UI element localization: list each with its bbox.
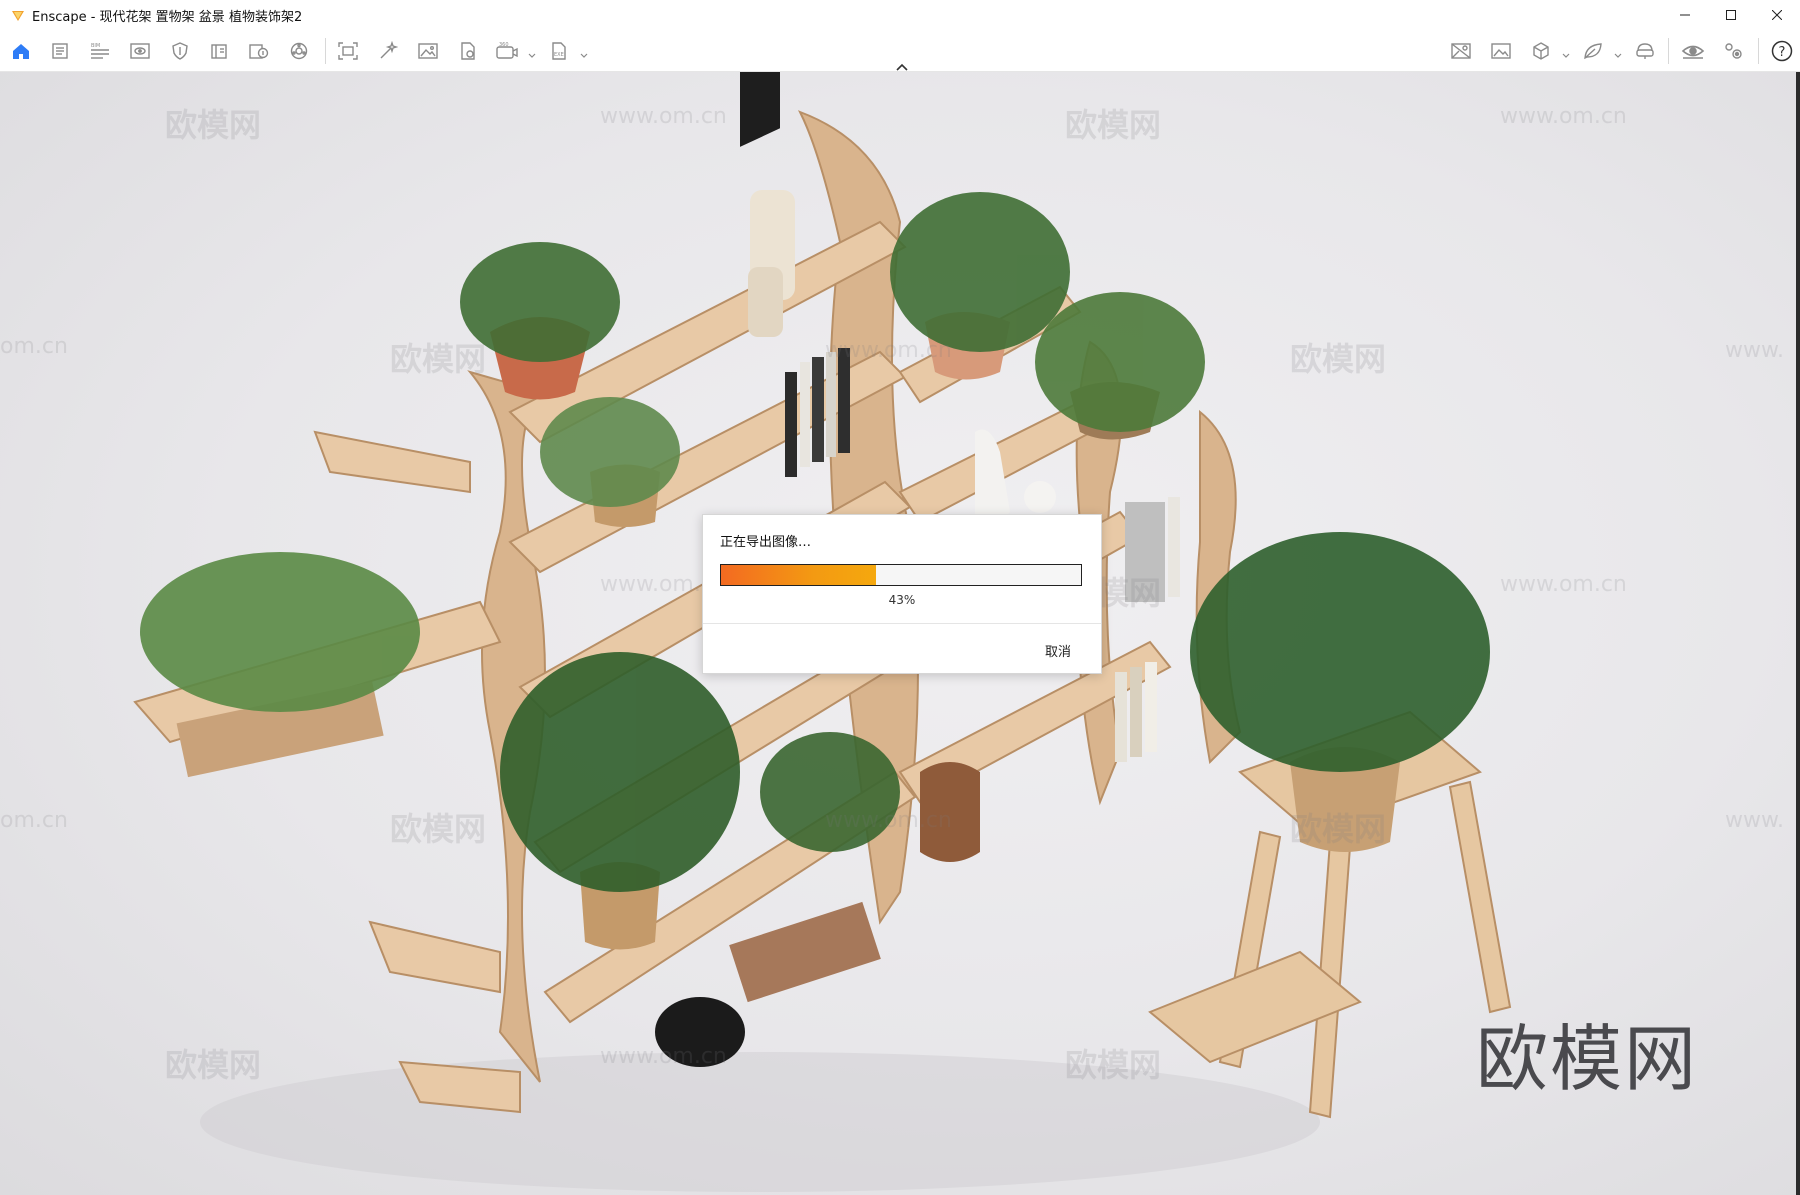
chevron-down-icon (580, 45, 588, 64)
watermark-logo-large: 欧模网 (1476, 1017, 1699, 1101)
export-progress-dialog: 正在导出图像… 43% 取消 (702, 514, 1102, 674)
exe-export-dropdown[interactable] (580, 45, 588, 58)
maximize-icon (1726, 10, 1736, 20)
eye-button[interactable] (1681, 39, 1705, 63)
watermark-logo: 欧模网 (1290, 810, 1387, 848)
video-360-icon: 360 (495, 41, 519, 61)
title-bar: Enscape - 现代花架 置物架 盆景 植物装饰架2 (0, 0, 1800, 30)
window-edge-bar (1796, 72, 1800, 1195)
svg-text:BIM: BIM (91, 43, 100, 49)
progress-percent-label: 43% (888, 593, 916, 607)
chevron-down-icon (528, 45, 536, 64)
collapse-toolbar-button[interactable] (894, 58, 910, 71)
watermark-site: www.om.cn (825, 338, 952, 363)
asset-button[interactable] (247, 39, 271, 63)
watermark-site: www. (1725, 338, 1784, 363)
watermark-logo: 欧模网 (1065, 1046, 1162, 1084)
watermark-site: www.om.cn (600, 1044, 727, 1069)
watermark-logo: 欧模网 (1290, 340, 1387, 378)
window-title: Enscape - 现代花架 置物架 盆景 植物装饰架2 (32, 9, 303, 25)
document-button[interactable] (48, 39, 72, 63)
image-icon (417, 41, 439, 61)
asset-icon (248, 41, 270, 61)
watermark-site: www.om.cn (600, 104, 727, 129)
leaf-dropdown[interactable] (1614, 45, 1622, 58)
image-button[interactable] (416, 39, 440, 63)
help-icon: ? (1771, 40, 1793, 62)
watermark-site: www.om.cn (1500, 104, 1627, 129)
watermark-site: www.om.cn (825, 808, 952, 833)
minimize-button[interactable] (1662, 0, 1708, 30)
chevron-down-icon (1614, 45, 1622, 64)
video-360-dropdown[interactable] (528, 45, 536, 58)
watermark-site: om.cn (0, 808, 68, 833)
material-button[interactable] (287, 39, 311, 63)
export-message: 正在导出图像… (720, 535, 812, 550)
home-button[interactable] (9, 39, 33, 63)
watermark-logo: 欧模网 (390, 810, 487, 848)
progress-bar (720, 564, 1082, 586)
close-button[interactable] (1754, 0, 1800, 30)
map-icon (1450, 41, 1472, 61)
progress-fill (721, 565, 876, 585)
window-controls (1662, 0, 1800, 30)
watermark-logo: 欧模网 (390, 340, 487, 378)
magic-wand-icon (378, 41, 398, 61)
cancel-button[interactable]: 取消 (1045, 641, 1071, 660)
watermark-site: om.cn (0, 334, 68, 359)
shield-button[interactable] (168, 39, 192, 63)
home-icon (11, 41, 31, 61)
visual-settings-icon (129, 41, 151, 61)
dialog-divider (703, 623, 1101, 624)
bim-icon: BIM (89, 41, 111, 61)
svg-text:360: 360 (499, 42, 509, 48)
vr-headset-button[interactable] (1633, 39, 1657, 63)
screenshot-icon (1490, 41, 1512, 61)
help-button[interactable]: ? (1770, 39, 1794, 63)
watermark-logo: 欧模网 (165, 1046, 262, 1084)
leaf-icon (1582, 41, 1604, 61)
capture-frame-icon (337, 41, 359, 61)
magic-wand-button[interactable] (376, 39, 400, 63)
file-export-button[interactable] (456, 39, 480, 63)
enscape-logo-icon (8, 0, 28, 30)
screenshot-button[interactable] (1489, 39, 1513, 63)
capture-frame-button[interactable] (336, 39, 360, 63)
cube-dropdown[interactable] (1562, 45, 1570, 58)
svg-text:?: ? (1779, 45, 1786, 60)
maximize-button[interactable] (1708, 0, 1754, 30)
material-icon (289, 41, 309, 61)
minimize-icon (1680, 10, 1690, 20)
watermark-site: www.om.cn (1500, 572, 1627, 597)
settings-button[interactable] (1721, 39, 1745, 63)
close-icon (1772, 10, 1782, 20)
exe-export-button[interactable]: EXE (547, 39, 571, 63)
toolbar-separator (1758, 38, 1759, 64)
leaf-button[interactable] (1581, 39, 1605, 63)
toolbar-separator (1668, 38, 1669, 64)
file-export-icon (458, 41, 478, 61)
watermark-logo: 欧模网 (165, 106, 262, 144)
video-360-button[interactable]: 360 (495, 39, 519, 63)
vr-headset-icon (1634, 41, 1656, 61)
svg-text:EXE: EXE (554, 52, 564, 58)
watermark-logo: 欧模网 (1065, 106, 1162, 144)
toolbar-separator (325, 38, 326, 64)
library-button[interactable] (207, 39, 231, 63)
eye-icon (1681, 41, 1705, 61)
map-button[interactable] (1449, 39, 1473, 63)
cube-icon (1531, 41, 1551, 61)
visual-settings-button[interactable] (128, 39, 152, 63)
watermark-site: www. (1725, 808, 1784, 833)
library-icon (209, 41, 229, 61)
chevron-down-icon (1562, 45, 1570, 64)
settings-icon (1722, 41, 1744, 61)
exe-export-icon: EXE (549, 41, 569, 61)
cube-button[interactable] (1529, 39, 1553, 63)
document-icon (50, 41, 70, 61)
bim-button[interactable]: BIM (88, 39, 112, 63)
shield-icon (170, 41, 190, 61)
